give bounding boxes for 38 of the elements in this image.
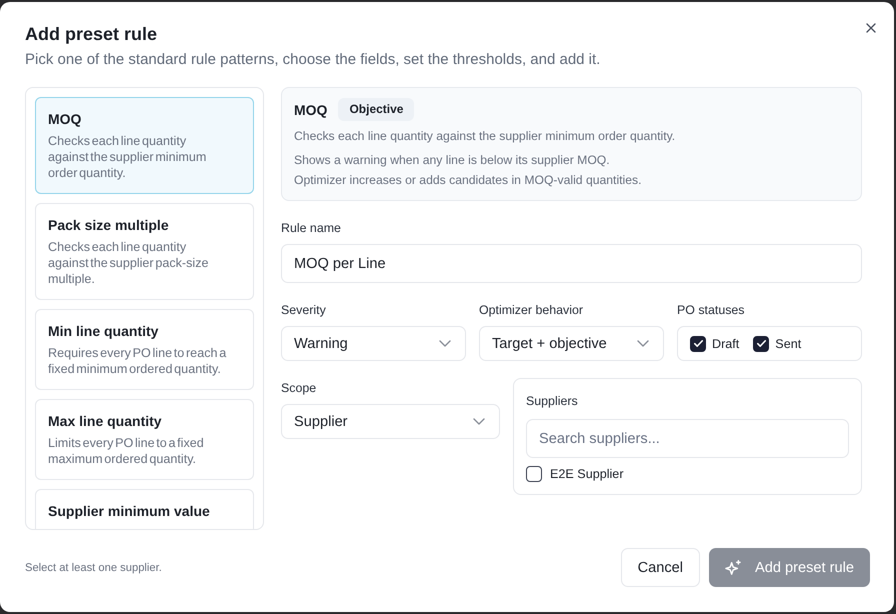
supplier-search-field[interactable]: Search suppliers... [526,419,849,458]
checkbox-label: Draft [712,336,740,352]
field-label: Suppliers [526,393,579,409]
dialog-subtitle: Pick one of the standard rule patterns, choose the fields, set the thresholds, and add it. [25,50,600,70]
preset-card[interactable]: Supplier minimum value [35,489,254,529]
rule-description: Checks each line quantity against the supplier minimum order quantity. [294,128,676,145]
preset-card[interactable]: MOQ Checks each line quantity against the supplier minimum order quantity. [35,97,254,194]
optimizer-behavior-select[interactable]: Target + objective [479,326,664,361]
severity-select[interactable]: Warning [281,326,466,361]
dialog-title: Add preset rule [25,23,158,46]
preset-card[interactable]: Pack size multiple Checks each line quantity against the supplier pack-size multiple. [35,203,254,300]
scope-select[interactable]: Supplier [281,404,500,439]
chevron-down-icon [439,340,451,347]
field-label: PO statuses [677,302,746,318]
preset-card[interactable]: Min line quantity Requires every PO line to reach a fixed minimum ordered quantity. [35,309,254,390]
rule-name-field[interactable]: MOQ per Line [281,244,862,283]
cancel-button[interactable]: Cancel [620,548,700,587]
checkbox-label: Sent [775,336,802,352]
close-icon [866,23,876,33]
checkbox[interactable] [753,336,770,352]
chevron-down-icon [473,418,485,425]
validation-hint: Select at least one supplier. [25,560,162,574]
preset-card[interactable]: Max line quantity Limits every PO line to a fixed maximum ordered quantity. [35,399,254,480]
chevron-down-icon [637,340,649,347]
field-label: Optimizer behavior [479,302,584,318]
checkbox[interactable] [690,336,706,352]
checkmark-icon [756,340,766,347]
rule-note: Optimizer increases or adds candidates in MOQ-valid quantities. [294,172,642,189]
rule-title: MOQ [294,102,328,118]
field-label: Scope [281,380,318,396]
rule-note: Shows a warning when any line is below its supplier MOQ. [294,152,611,169]
checkbox[interactable] [526,466,542,482]
checkmark-icon [694,340,702,347]
field-label: Rule name [281,220,342,236]
checkbox-label: E2E Supplier [550,466,624,482]
type-badge: Objective [338,98,414,121]
field-label: Severity [281,302,327,318]
sparkle-icon [725,560,742,575]
